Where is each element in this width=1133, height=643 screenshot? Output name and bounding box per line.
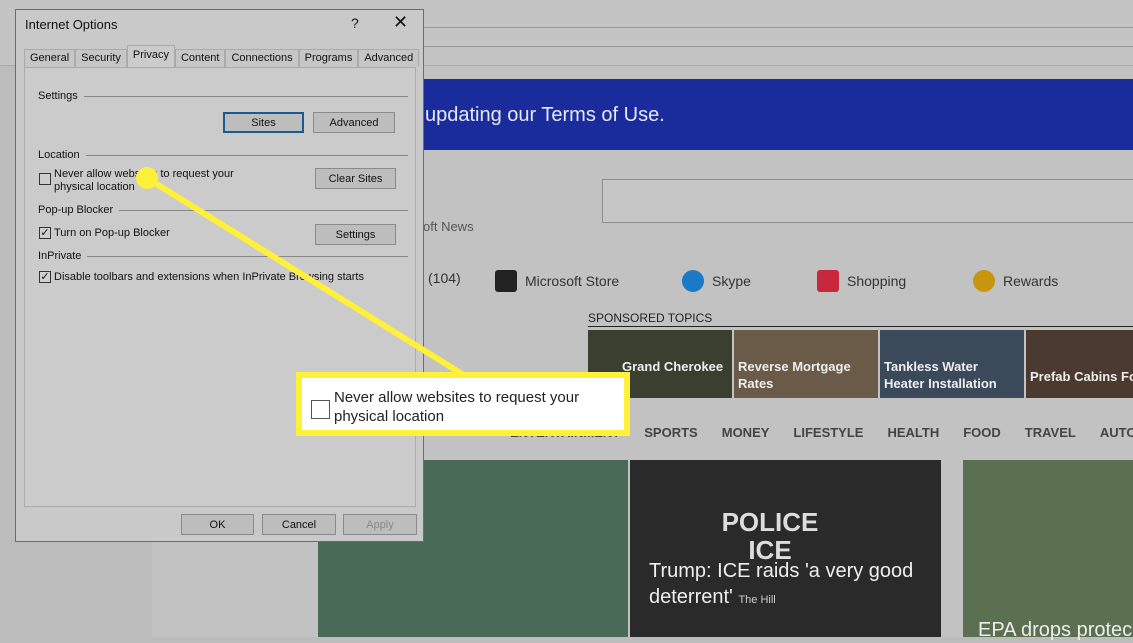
callout-pointer (136, 167, 464, 377)
callout-checkbox (311, 400, 330, 419)
callout-text: Never allow websites to request your phy… (334, 389, 580, 425)
callout-dot (136, 167, 158, 189)
callout-line (145, 175, 464, 377)
zoom-callout: Never allow websites to request your phy… (296, 372, 630, 436)
